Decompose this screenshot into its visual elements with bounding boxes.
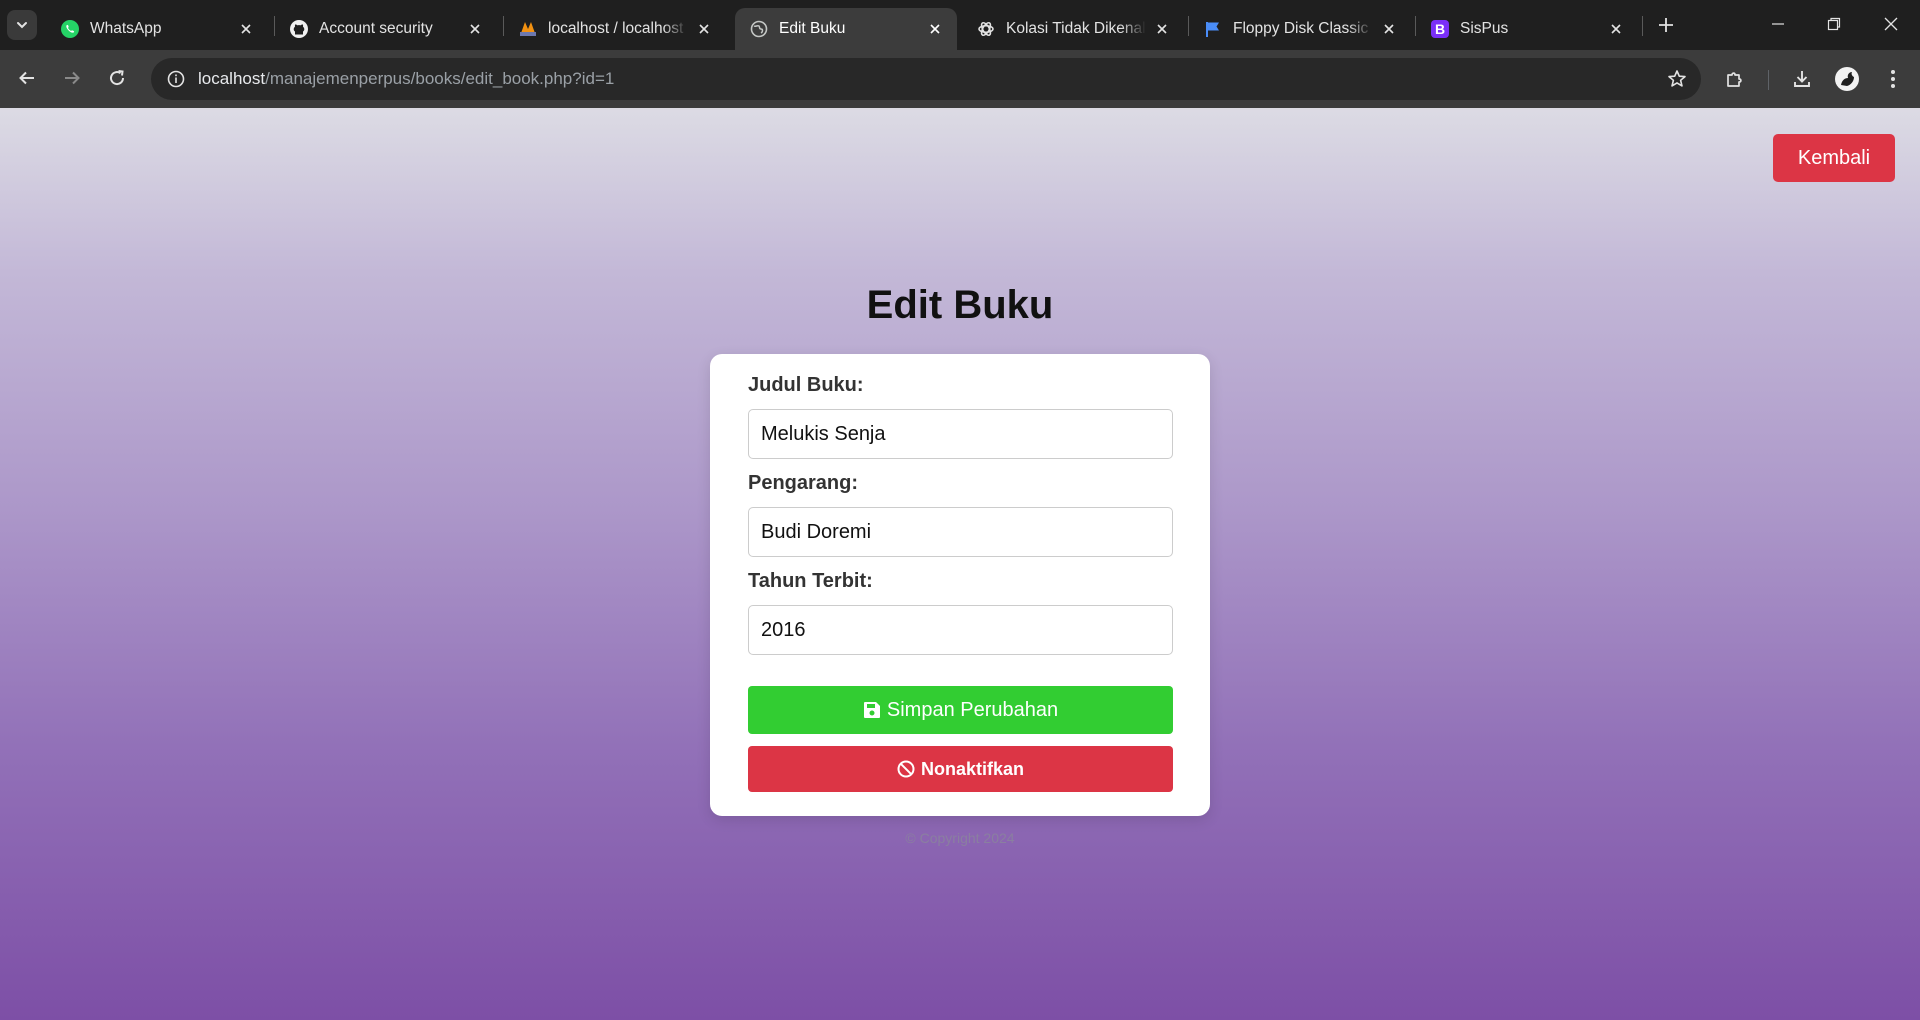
restore-button[interactable] [1806, 0, 1862, 48]
close-icon[interactable] [694, 19, 714, 39]
close-icon[interactable] [925, 19, 945, 39]
tab-search-button[interactable] [7, 10, 37, 40]
title-input[interactable] [748, 409, 1173, 459]
year-label: Tahun Terbit: [748, 570, 873, 592]
download-icon [1794, 71, 1810, 87]
address-bar[interactable]: localhost/manajemenperpus/books/edit_boo… [151, 58, 1701, 100]
year-input[interactable] [748, 605, 1173, 655]
new-tab-button[interactable] [1651, 10, 1681, 40]
close-icon[interactable] [1152, 19, 1172, 39]
site-info-icon[interactable] [155, 58, 197, 100]
kembali-button[interactable]: Kembali [1773, 134, 1895, 182]
flag-icon [1203, 19, 1223, 39]
page-title: Edit Buku [866, 283, 1054, 327]
tab-account-security[interactable]: Account security [275, 8, 497, 50]
save-icon [863, 702, 880, 718]
more-vertical-icon [1891, 70, 1895, 88]
copyright-footer: © Copyright 2024 [905, 830, 1015, 846]
save-button[interactable]: Simpan Perubahan [748, 686, 1173, 734]
extensions-button[interactable] [1718, 62, 1752, 96]
restore-icon [1827, 17, 1841, 31]
minimize-icon [1772, 23, 1784, 25]
tab-edit-buku[interactable]: Edit Buku [735, 8, 957, 50]
github-icon [289, 19, 309, 39]
close-icon[interactable] [1606, 19, 1626, 39]
bookmark-star-icon[interactable] [1665, 67, 1689, 91]
downloads-button[interactable] [1785, 62, 1819, 96]
tab-title: Kolasi Tidak Dikenal I [1006, 20, 1146, 37]
tab-kolasi[interactable]: Kolasi Tidak Dikenal I [962, 8, 1184, 50]
tab-phpmyadmin[interactable]: localhost / localhost / [504, 8, 726, 50]
close-icon[interactable] [465, 19, 485, 39]
deactivate-button[interactable]: Nonaktifkan [748, 746, 1173, 792]
tab-title: WhatsApp [90, 20, 162, 37]
tab-title: SisPus [1460, 20, 1509, 37]
edit-book-form: Judul Buku: Pengarang: Tahun Terbit: Sim… [710, 354, 1210, 816]
openai-icon [976, 19, 996, 39]
author-input[interactable] [748, 507, 1173, 557]
back-nav-button[interactable] [10, 61, 44, 95]
arrow-left-icon [19, 71, 34, 85]
phpmyadmin-icon [518, 19, 538, 39]
close-window-button[interactable] [1863, 0, 1919, 48]
arrow-right-icon [65, 71, 80, 85]
url-path: /manajemenperpus/books/edit_book.php?id=… [265, 69, 615, 88]
address-url[interactable]: localhost/manajemenperpus/books/edit_boo… [198, 69, 614, 89]
bootstrap-icon: B [1430, 19, 1450, 39]
chevron-down-icon [17, 22, 27, 29]
tab-strip: WhatsApp Account security localhost / lo… [0, 0, 1920, 50]
close-icon [1884, 17, 1898, 31]
save-button-label: Simpan Perubahan [886, 698, 1059, 721]
tab-separator [1642, 16, 1643, 36]
forward-nav-button[interactable] [55, 61, 89, 95]
page-viewport: Kembali Edit Buku Judul Buku: Pengarang:… [0, 108, 1920, 1020]
reload-button[interactable] [100, 61, 134, 95]
reload-icon [110, 70, 125, 86]
svg-text:B: B [1435, 21, 1445, 37]
globe-icon [749, 19, 769, 39]
profile-avatar[interactable] [1830, 62, 1864, 96]
ban-icon [897, 760, 915, 778]
tab-floppy-disk[interactable]: Floppy Disk Classic Li [1189, 8, 1411, 50]
deactivate-button-label: Nonaktifkan [920, 758, 1025, 779]
minimize-button[interactable] [1750, 0, 1806, 48]
tab-whatsapp[interactable]: WhatsApp [46, 8, 268, 50]
whatsapp-icon [60, 19, 80, 39]
avatar-icon [1835, 67, 1859, 91]
browser-toolbar: localhost/manajemenperpus/books/edit_boo… [0, 50, 1920, 108]
puzzle-icon [1727, 72, 1742, 87]
close-icon[interactable] [236, 19, 256, 39]
tab-title: localhost / localhost / [548, 20, 688, 37]
tab-sispus[interactable]: B SisPus [1416, 8, 1638, 50]
tab-title: Edit Buku [779, 20, 846, 37]
close-icon[interactable] [1379, 19, 1399, 39]
tab-title: Floppy Disk Classic Li [1233, 20, 1373, 37]
title-label: Judul Buku: [748, 374, 864, 396]
tab-title: Account security [319, 20, 433, 37]
url-host: localhost [198, 69, 266, 88]
browser-menu-button[interactable] [1876, 62, 1910, 96]
toolbar-separator [1768, 70, 1769, 90]
author-label: Pengarang: [748, 472, 859, 494]
plus-icon [1659, 18, 1673, 32]
